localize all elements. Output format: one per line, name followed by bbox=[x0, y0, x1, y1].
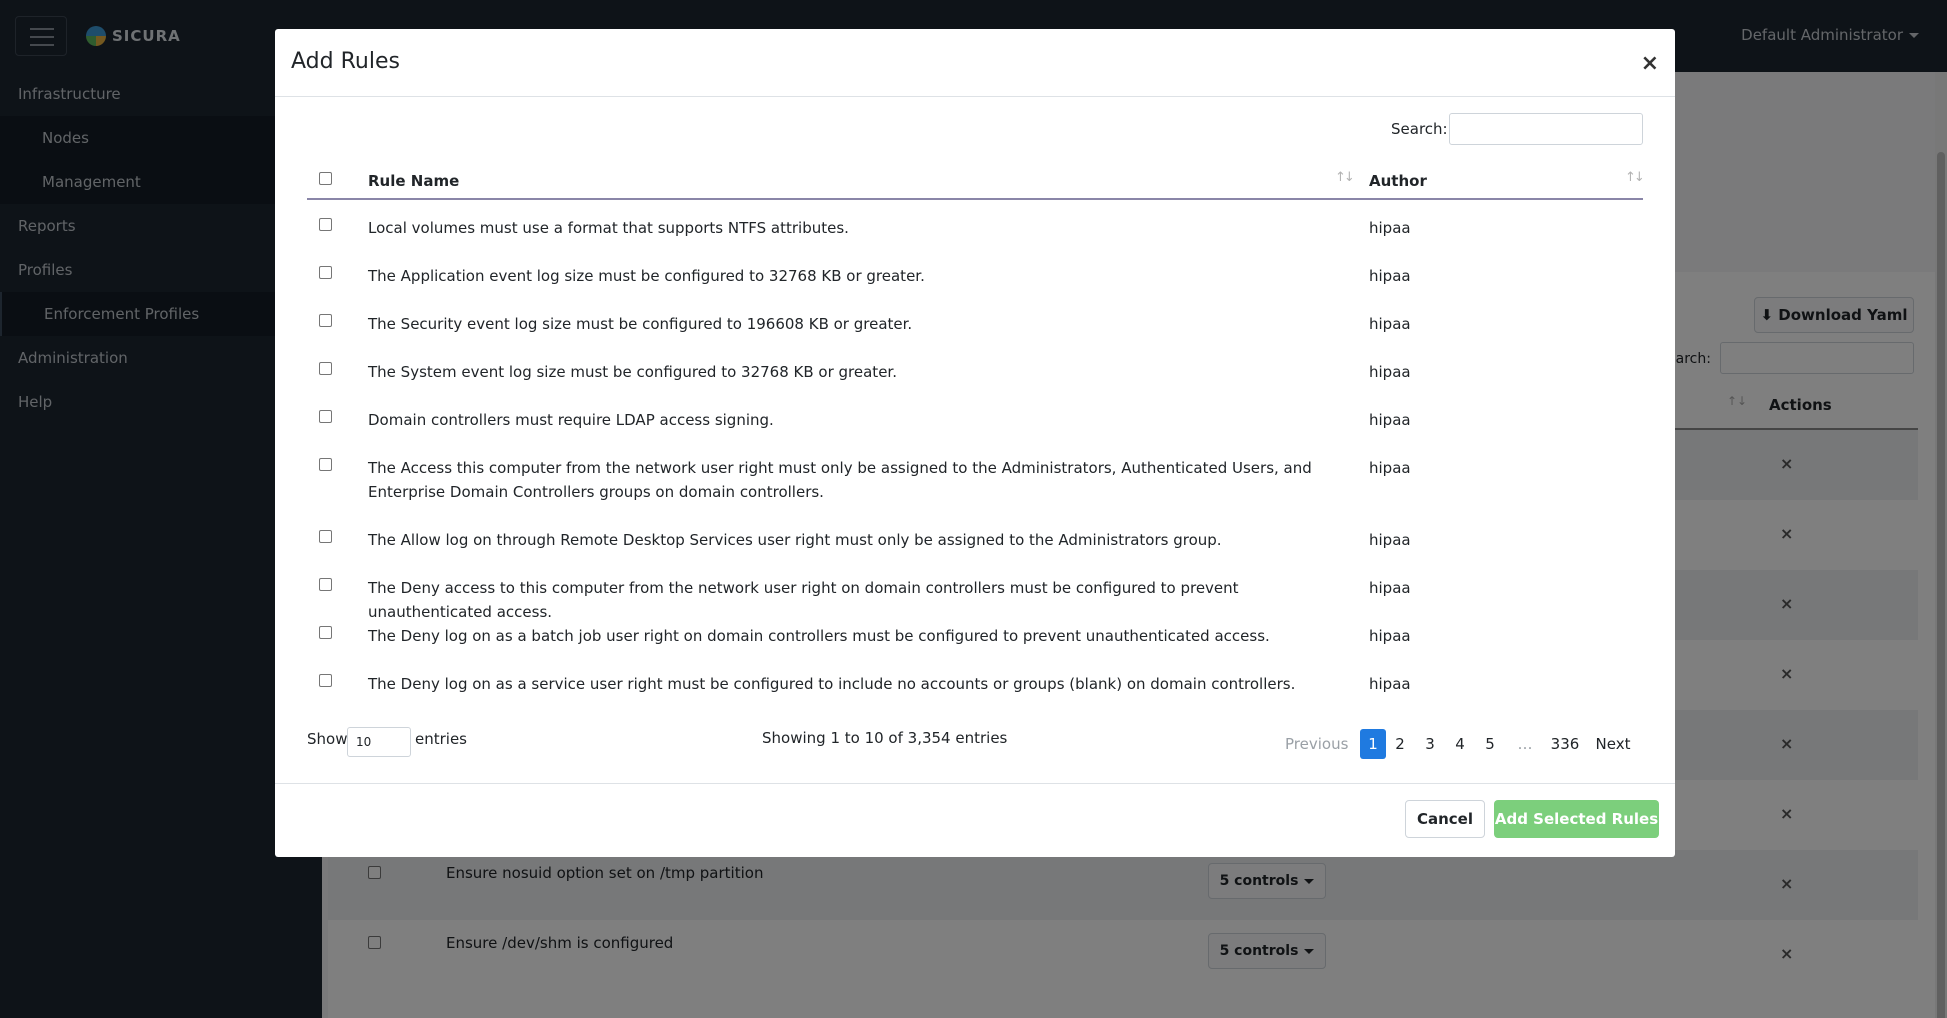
add-rules-modal: Add Rules × Search: Rule Name ↑↓ Author … bbox=[275, 29, 1675, 857]
pagination-page-2[interactable]: 2 bbox=[1389, 729, 1411, 759]
rule-name: The Deny log on as a batch job user righ… bbox=[368, 627, 1270, 645]
author: hipaa bbox=[1369, 363, 1411, 381]
add-selected-rules-button[interactable]: Add Selected Rules bbox=[1494, 800, 1659, 838]
rule-name: The System event log size must be config… bbox=[368, 363, 897, 381]
close-icon[interactable]: × bbox=[1641, 51, 1659, 76]
table-info: Showing 1 to 10 of 3,354 entries bbox=[762, 729, 1008, 747]
show-label: Show bbox=[307, 730, 348, 748]
table-header: Rule Name ↑↓ Author ↑↓ bbox=[307, 159, 1645, 200]
entries-per-page-input[interactable]: 10 bbox=[347, 727, 411, 757]
row-checkbox[interactable] bbox=[319, 266, 332, 279]
cancel-button[interactable]: Cancel bbox=[1405, 800, 1485, 838]
row-checkbox[interactable] bbox=[319, 458, 332, 471]
pagination-page-1[interactable]: 1 bbox=[1360, 729, 1386, 759]
author: hipaa bbox=[1369, 219, 1411, 237]
search-input[interactable] bbox=[1449, 113, 1643, 145]
row-checkbox[interactable] bbox=[319, 626, 332, 639]
row-checkbox[interactable] bbox=[319, 218, 332, 231]
row-checkbox[interactable] bbox=[319, 314, 332, 327]
entries-label: entries bbox=[415, 730, 467, 748]
author: hipaa bbox=[1369, 267, 1411, 285]
sort-icon[interactable]: ↑↓ bbox=[1625, 170, 1645, 185]
row-checkbox[interactable] bbox=[319, 674, 332, 687]
rule-name: The Security event log size must be conf… bbox=[368, 315, 913, 333]
author: hipaa bbox=[1369, 531, 1411, 549]
select-all-checkbox[interactable] bbox=[319, 172, 332, 185]
rule-name-header[interactable]: Rule Name bbox=[368, 172, 459, 190]
row-checkbox[interactable] bbox=[319, 530, 332, 543]
pagination-page-5[interactable]: 5 bbox=[1479, 729, 1501, 759]
pagination-previous[interactable]: Previous bbox=[1285, 729, 1348, 759]
author: hipaa bbox=[1369, 627, 1411, 645]
pagination-page-4[interactable]: 4 bbox=[1449, 729, 1471, 759]
modal-footer: Cancel Add Selected Rules bbox=[275, 783, 1675, 857]
rule-name: The Application event log size must be c… bbox=[368, 267, 925, 285]
search-label: Search: bbox=[1391, 120, 1448, 138]
rule-name: The Deny access to this computer from th… bbox=[368, 579, 1239, 621]
rule-name: The Allow log on through Remote Desktop … bbox=[368, 531, 1222, 549]
row-checkbox[interactable] bbox=[319, 362, 332, 375]
pagination-ellipsis: … bbox=[1517, 735, 1533, 753]
author: hipaa bbox=[1369, 459, 1411, 477]
rule-name: The Deny log on as a service user right … bbox=[368, 675, 1296, 693]
modal-title: Add Rules bbox=[291, 49, 400, 74]
row-checkbox[interactable] bbox=[319, 410, 332, 423]
pagination-page-3[interactable]: 3 bbox=[1419, 729, 1441, 759]
author: hipaa bbox=[1369, 411, 1411, 429]
rule-name: Local volumes must use a format that sup… bbox=[368, 219, 849, 237]
pagination-page-336[interactable]: 336 bbox=[1549, 729, 1581, 759]
sort-icon[interactable]: ↑↓ bbox=[1335, 170, 1355, 185]
pagination-next[interactable]: Next bbox=[1595, 729, 1631, 759]
author: hipaa bbox=[1369, 675, 1411, 693]
rule-name: The Access this computer from the networ… bbox=[368, 459, 1312, 501]
rule-name: Domain controllers must require LDAP acc… bbox=[368, 411, 774, 429]
author-header[interactable]: Author bbox=[1369, 172, 1427, 190]
author: hipaa bbox=[1369, 579, 1411, 597]
modal-header: Add Rules × bbox=[275, 29, 1675, 97]
row-checkbox[interactable] bbox=[319, 578, 332, 591]
author: hipaa bbox=[1369, 315, 1411, 333]
